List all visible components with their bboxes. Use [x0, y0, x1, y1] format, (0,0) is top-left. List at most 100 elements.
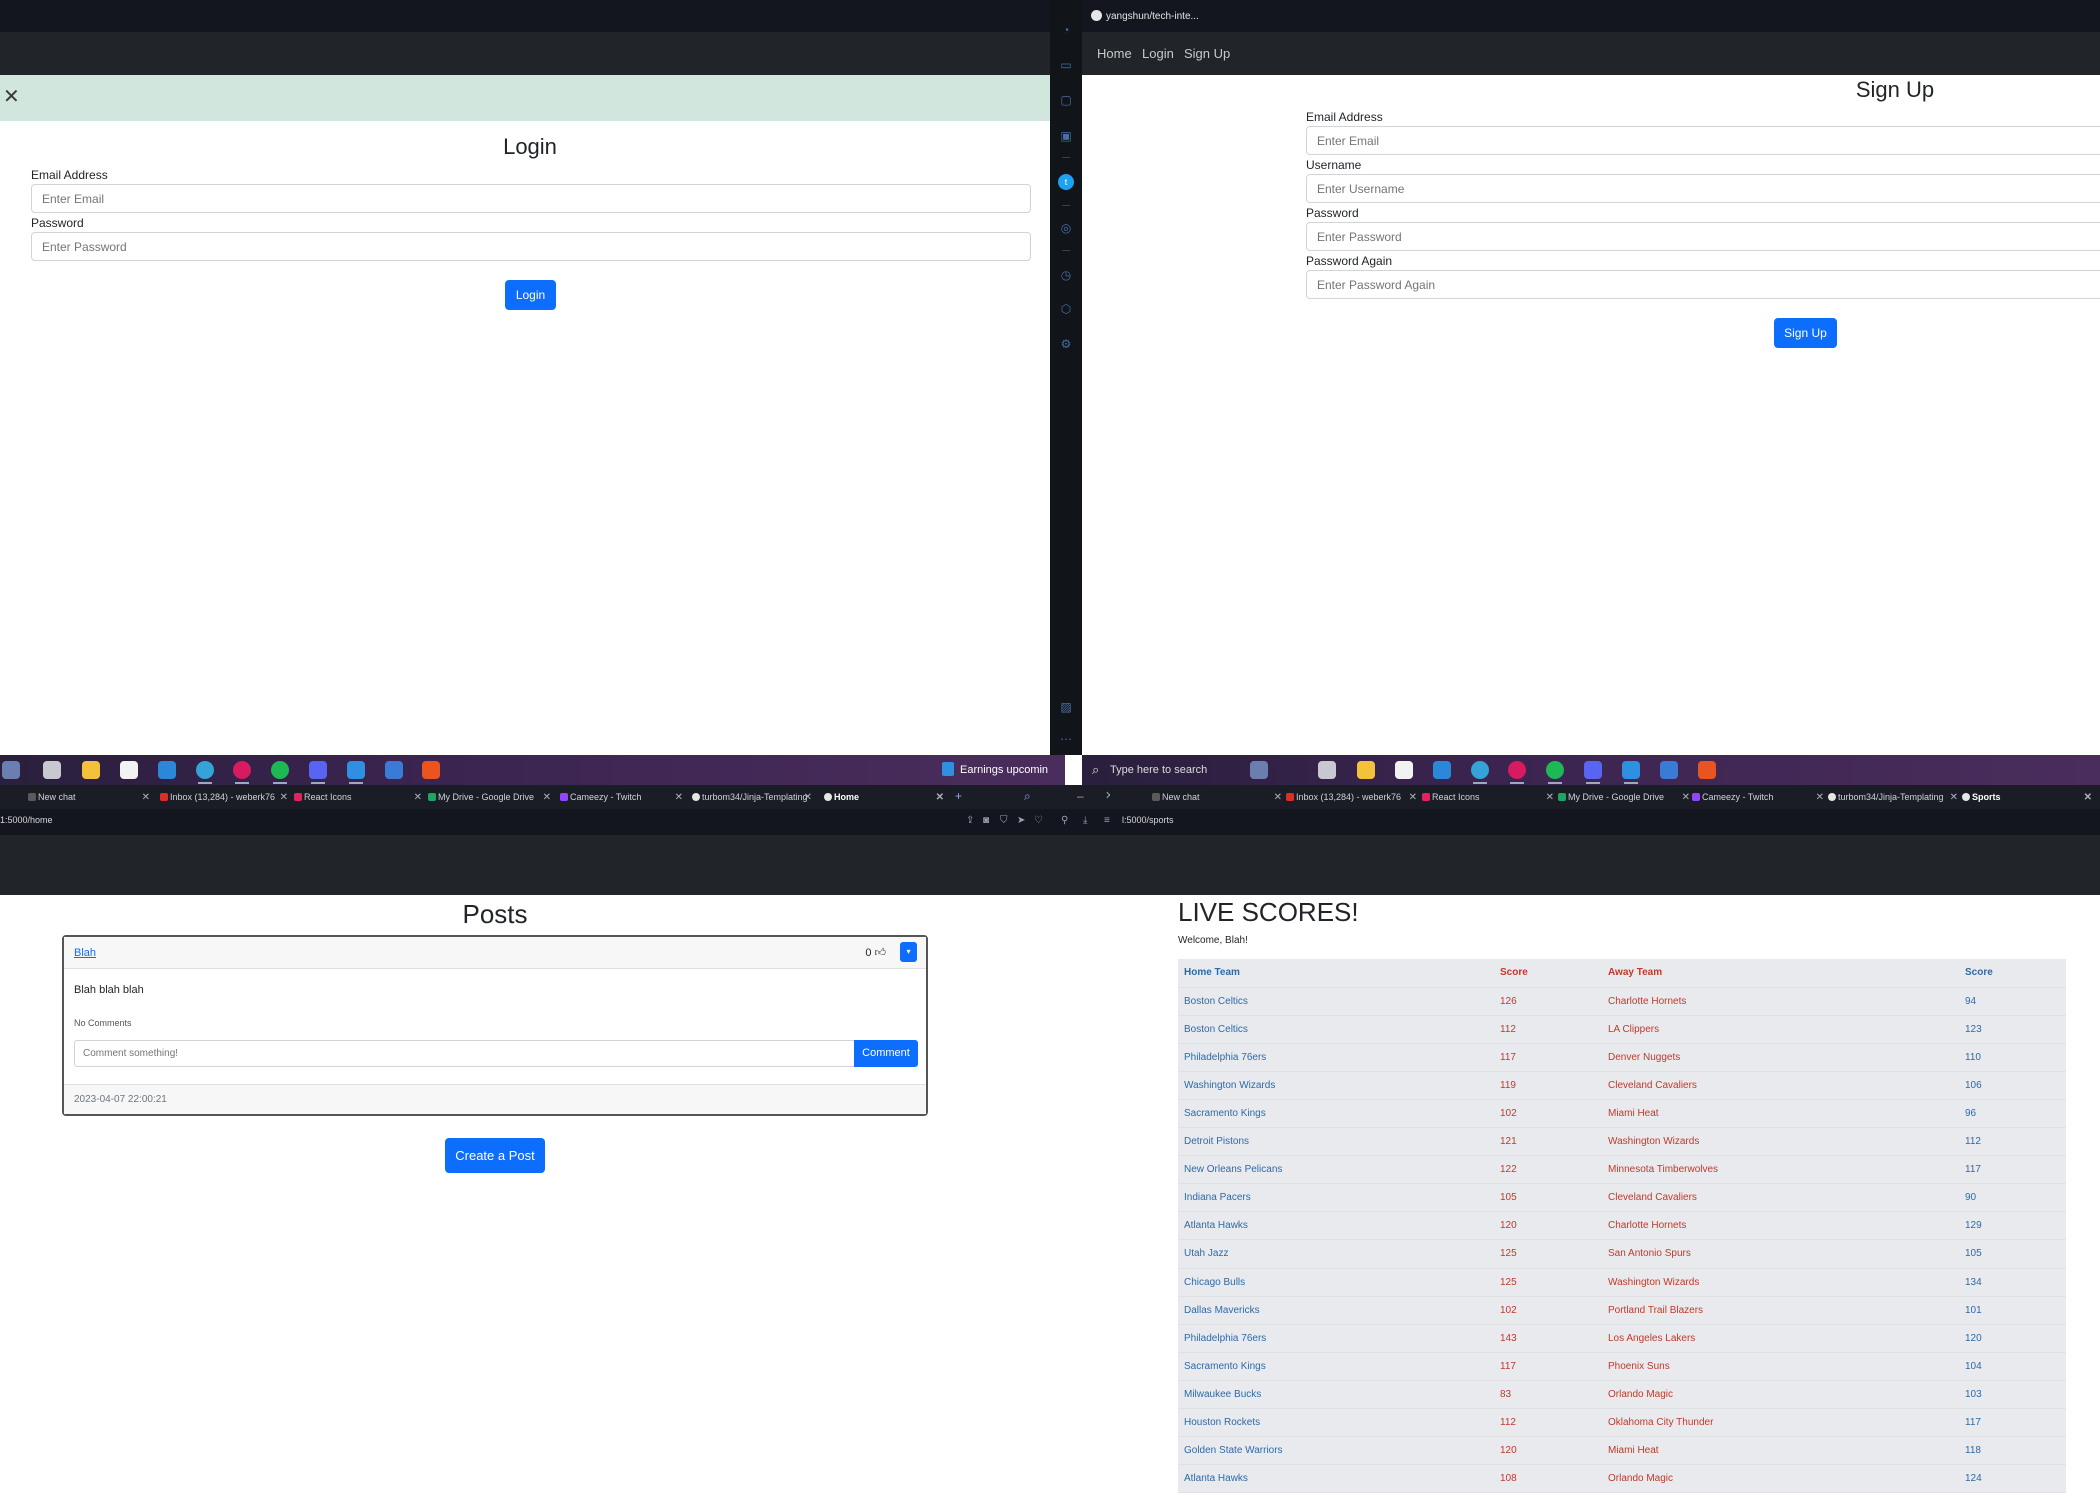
username-field[interactable] — [1306, 174, 2100, 203]
edge-icon[interactable] — [1471, 761, 1489, 784]
settings-icon[interactable]: ⚙ — [1058, 336, 1074, 352]
post-options-dropdown[interactable]: ▾ — [900, 942, 917, 962]
tab[interactable]: turbom34/Jinja-Templating ✕ — [1826, 788, 1960, 807]
tab[interactable]: React Icons ✕ — [292, 788, 424, 807]
player-icon[interactable]: ◎ — [1058, 220, 1074, 236]
more-icon[interactable]: ⋯ — [1058, 731, 1074, 747]
wallet-icon[interactable]: ▣ — [1058, 128, 1074, 144]
close-icon[interactable]: ✕ — [1816, 788, 1824, 807]
search-tabs-icon[interactable]: ⌕ — [1024, 789, 1031, 804]
comment-button[interactable]: Comment — [854, 1040, 918, 1067]
password-field[interactable] — [1306, 222, 2100, 251]
edge-icon[interactable] — [196, 761, 214, 784]
task-view-icon[interactable] — [1318, 761, 1336, 779]
image-icon[interactable]: ▨ — [1058, 699, 1074, 715]
play-app-icon[interactable] — [1660, 761, 1678, 779]
close-icon[interactable]: ✕ — [3, 87, 20, 107]
signup-button[interactable]: Sign Up — [1774, 318, 1837, 348]
tab[interactable]: My Drive - Google Drive ✕ — [1556, 788, 1692, 807]
close-icon[interactable]: ✕ — [1274, 788, 1282, 807]
close-icon[interactable]: ✕ — [543, 788, 551, 807]
taskbar-search[interactable]: Type here to search — [1088, 759, 1248, 781]
close-icon[interactable]: ✕ — [804, 788, 812, 807]
twitch-icon[interactable]: ▢ — [1058, 92, 1074, 108]
login-button[interactable]: Login — [505, 280, 556, 310]
store-icon[interactable] — [1395, 761, 1413, 779]
close-icon[interactable]: ✕ — [280, 788, 288, 807]
tab[interactable]: Inbox (13,284) - weberk76 ✕ — [1284, 788, 1419, 807]
ubuntu-icon[interactable] — [1698, 761, 1716, 779]
tab[interactable]: turbom34/Jinja-Templating ✕ — [690, 788, 814, 807]
close-icon[interactable]: ✕ — [2084, 788, 2092, 807]
close-icon[interactable]: ✕ — [675, 788, 683, 807]
tab-home[interactable]: Home ✕ — [822, 788, 946, 807]
minimize-icon[interactable]: – — [1077, 789, 1084, 803]
nav-home[interactable]: Home — [1097, 46, 1132, 61]
nav-login[interactable]: Login — [1142, 46, 1174, 61]
post-author-link[interactable]: Blah — [74, 947, 96, 959]
download-icon[interactable]: ⤓ — [1083, 815, 1087, 826]
mail-icon[interactable] — [158, 761, 176, 779]
nav-signup[interactable]: Sign Up — [1184, 46, 1230, 61]
close-icon[interactable]: ✕ — [1682, 788, 1690, 807]
avatar-icon[interactable] — [2, 761, 20, 779]
close-icon[interactable]: ✕ — [142, 788, 150, 807]
spotify-icon[interactable] — [1546, 761, 1564, 784]
share-icon[interactable]: ⇪ — [966, 815, 974, 826]
discord-icon[interactable] — [309, 761, 327, 784]
opera-icon[interactable] — [233, 761, 251, 784]
tab[interactable]: Cameezy - Twitch ✕ — [558, 788, 685, 807]
url-field[interactable]: 1:5000/home — [0, 815, 53, 825]
email-field[interactable] — [31, 184, 1031, 213]
tab[interactable]: New chat ✕ — [26, 788, 152, 807]
file-explorer-icon[interactable] — [82, 761, 100, 779]
home-team-cell: Dallas Mavericks — [1178, 1296, 1494, 1325]
url-field[interactable]: l:5000/sports — [1122, 815, 1174, 825]
bag-icon[interactable]: ▭ — [1058, 57, 1074, 73]
comment-input[interactable] — [74, 1040, 856, 1067]
ubuntu-icon[interactable] — [422, 761, 440, 779]
speed-dial-icon[interactable]: ◔ — [1058, 22, 1074, 38]
discord-icon[interactable] — [1584, 761, 1602, 784]
create-post-button[interactable]: Create a Post — [445, 1138, 545, 1173]
tab[interactable]: My Drive - Google Drive ✕ — [426, 788, 553, 807]
tab-sports[interactable]: Sports ✕ — [1960, 788, 2094, 807]
new-tab-icon[interactable]: + — [955, 789, 962, 803]
store-icon[interactable] — [120, 761, 138, 779]
table-row: Washington Wizards 119 Cleveland Cavaliers… — [1178, 1071, 2066, 1100]
tab[interactable]: New chat ✕ — [1150, 788, 1284, 807]
task-view-icon[interactable] — [43, 761, 61, 779]
heart-icon[interactable]: ♡ — [1034, 815, 1043, 826]
vscode-icon[interactable] — [1622, 761, 1640, 784]
history-icon[interactable]: ◷ — [1058, 267, 1074, 283]
password-field[interactable] — [31, 232, 1031, 261]
shield-icon[interactable]: ⛉ — [1000, 815, 1008, 826]
file-explorer-icon[interactable] — [1357, 761, 1375, 779]
email-field[interactable] — [1306, 126, 2100, 155]
close-icon[interactable]: ✕ — [936, 788, 944, 807]
vscode-icon[interactable] — [347, 761, 365, 784]
earnings-widget[interactable]: Earnings upcomin — [942, 762, 1048, 776]
tab[interactable]: React Icons ✕ — [1420, 788, 1556, 807]
mail-icon[interactable] — [1433, 761, 1451, 779]
tab[interactable]: Cameezy - Twitch ✕ — [1690, 788, 1826, 807]
close-icon[interactable]: ✕ — [1409, 788, 1417, 807]
home-team-cell: Utah Jazz — [1178, 1239, 1494, 1269]
spotify-icon[interactable] — [271, 761, 289, 784]
close-icon[interactable]: ✕ — [1950, 788, 1958, 807]
profile-icon[interactable]: ⚲ — [1061, 815, 1068, 826]
box-icon[interactable]: ⬡ — [1058, 301, 1074, 317]
menu-icon[interactable]: ≡ — [1104, 815, 1110, 826]
camera-icon[interactable]: ◙ — [983, 815, 989, 826]
password-again-field[interactable] — [1306, 270, 2100, 299]
twitter-icon[interactable]: t — [1058, 174, 1074, 190]
close-icon[interactable]: ✕ — [1546, 788, 1554, 807]
opera-icon[interactable] — [1508, 761, 1526, 784]
avatar-icon[interactable] — [1250, 761, 1268, 779]
play-app-icon[interactable] — [385, 761, 403, 779]
tab[interactable]: Inbox (13,284) - weberk76 ✕ — [158, 788, 290, 807]
close-icon[interactable]: ✕ — [414, 788, 422, 807]
thumbs-up-icon[interactable]: 👍︎ — [875, 947, 887, 959]
send-icon[interactable]: ➤ — [1017, 815, 1025, 826]
email-label: Email Address — [1306, 110, 1383, 124]
